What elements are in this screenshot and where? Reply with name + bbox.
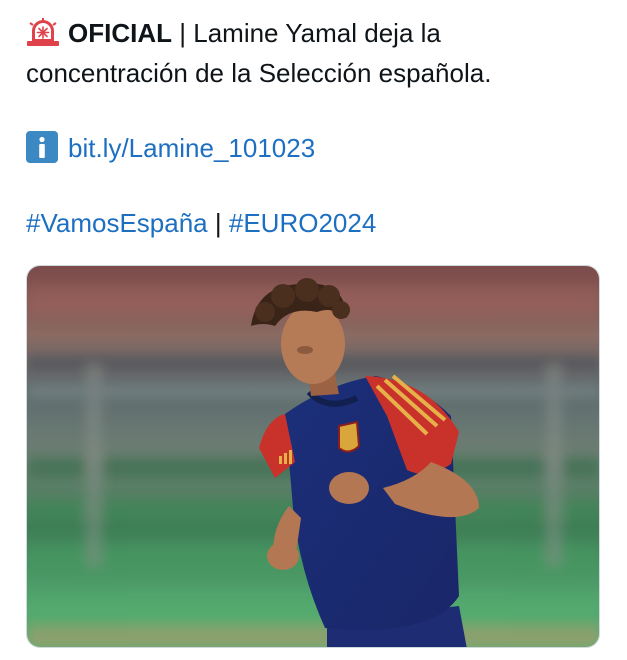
tweet-link-line: bit.ly/Lamine_101023	[26, 131, 315, 165]
tweet-text-line-2: concentración de la Selección española.	[26, 58, 492, 88]
player-photo	[27, 266, 599, 647]
information-icon	[26, 131, 58, 163]
tweet-photo[interactable]	[26, 265, 600, 648]
hashtag-separator: |	[214, 208, 222, 238]
hashtag-euro2024[interactable]: #EURO2024	[229, 208, 376, 238]
hashtags-line: #VamosEspaña | #EURO2024	[26, 206, 376, 240]
hashtag-vamosespana[interactable]: #VamosEspaña	[26, 208, 208, 238]
police-siren-icon	[27, 18, 59, 46]
headline-text: Lamine Yamal deja la	[193, 18, 441, 48]
tweet-text-line-1: OFICIAL | Lamine Yamal deja la	[26, 16, 441, 50]
short-link[interactable]: bit.ly/Lamine_101023	[68, 133, 315, 163]
separator: |	[179, 18, 186, 48]
tweet: OFICIAL | Lamine Yamal deja la concentra…	[0, 0, 627, 660]
official-label: OFICIAL	[68, 18, 172, 48]
